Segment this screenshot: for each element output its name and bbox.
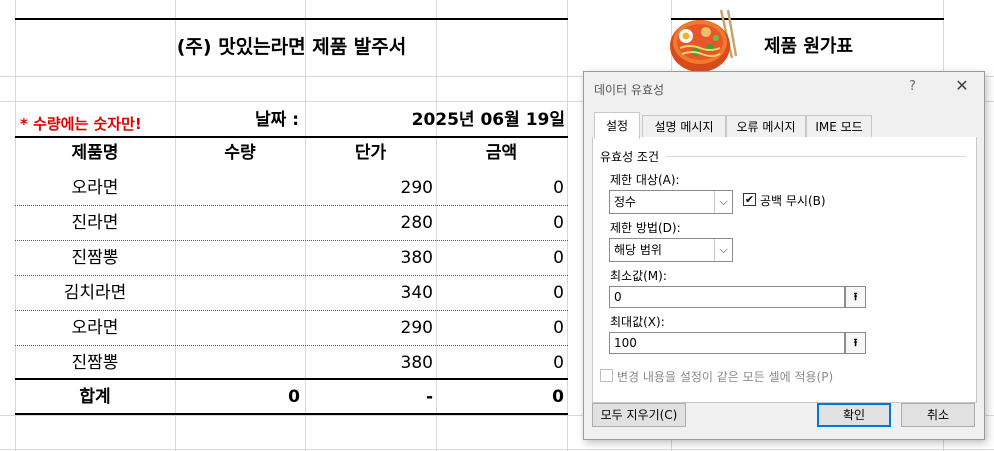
date-value[interactable]: 2025년 06월 19일 [380,110,565,130]
data-label: 제한 방법(D): [610,221,681,235]
total-label: 합계 [79,387,111,407]
amount-cell[interactable]: 0 [436,353,564,373]
order-title: (주) 맛있는라면 제품 발주서 [176,36,407,58]
close-icon[interactable]: ✕ [950,75,974,97]
product-name[interactable]: 진짬뽕 [15,353,175,373]
apply-all-checkbox[interactable] [600,369,613,382]
range-select-icon[interactable]: ⭱ [845,286,866,308]
numeric-only-note: * 수량에는 숫자만! [20,115,142,133]
date-label: 날짜 : [255,110,299,130]
total-quantity[interactable]: 0 [175,387,300,407]
amount-cell[interactable]: 0 [436,318,564,338]
tab-ime-mode[interactable]: IME 모드 [806,115,872,138]
unit-price-cell[interactable]: 380 [305,353,433,373]
tab-error-alert[interactable]: 오류 메시지 [726,115,806,138]
minimum-label: 최소값(M): [610,269,667,283]
clear-all-button[interactable]: 모두 지우기(C) [592,403,686,427]
total-unit-price[interactable]: - [305,387,433,407]
ok-button[interactable]: 확인 [817,403,891,427]
ignore-blank-checkbox[interactable]: ✔ [743,193,756,206]
total-amount[interactable]: 0 [436,387,564,407]
unit-price-cell[interactable]: 380 [305,248,433,268]
dialog-title: 데이터 유효성 [594,83,665,97]
ramen-bowl-icon [666,8,738,74]
allow-label: 제한 대상(A): [610,173,680,187]
data-value: 해당 범위 [614,243,662,257]
data-select[interactable]: 해당 범위 ⌵ [609,238,733,262]
header-product: 제품명 [71,143,119,163]
chevron-down-icon: ⌵ [714,191,732,213]
maximum-value: 100 [614,336,637,350]
cancel-button[interactable]: 취소 [901,403,975,427]
maximum-input[interactable]: 100 [609,332,845,354]
allow-select[interactable]: 정수 ⌵ [609,190,733,214]
allow-value: 정수 [614,195,637,209]
product-name[interactable]: 진짬뽕 [15,248,175,268]
amount-cell[interactable]: 0 [436,178,564,198]
minimum-input[interactable]: 0 [609,286,845,308]
unit-price-cell[interactable]: 280 [305,213,433,233]
minimum-value: 0 [614,290,622,304]
header-amount: 금액 [485,143,518,163]
data-validation-dialog[interactable]: 데이터 유효성 ? ✕ 설정 설명 메시지 오류 메시지 IME 모드 유효성 … [583,71,985,440]
apply-all-label: 변경 내용을 설정이 같은 모든 셀에 적용(P) [617,370,834,384]
product-name[interactable]: 오라면 [15,178,175,198]
chevron-down-icon: ⌵ [714,239,732,261]
product-name[interactable]: 진라면 [15,213,175,233]
range-select-icon[interactable]: ⭱ [845,332,866,354]
header-unit-price: 단가 [354,143,387,163]
amount-cell[interactable]: 0 [436,248,564,268]
unit-price-cell[interactable]: 290 [305,318,433,338]
tab-input-message[interactable]: 설명 메시지 [642,115,726,138]
unit-price-cell[interactable]: 340 [305,283,433,303]
product-name[interactable]: 김치라면 [15,283,175,303]
maximum-label: 최대값(X): [610,315,665,329]
unit-price-cell[interactable]: 290 [305,178,433,198]
help-button[interactable]: ? [909,79,916,94]
validation-criteria-title: 유효성 조건 [600,150,660,164]
amount-cell[interactable]: 0 [436,213,564,233]
tab-settings[interactable]: 설정 [594,112,640,139]
cost-table-title: 제품 원가표 [763,36,854,57]
product-name[interactable]: 오라면 [15,318,175,338]
ignore-blank-label: 공백 무시(B) [760,194,826,208]
amount-cell[interactable]: 0 [436,283,564,303]
header-quantity: 수량 [224,143,256,163]
